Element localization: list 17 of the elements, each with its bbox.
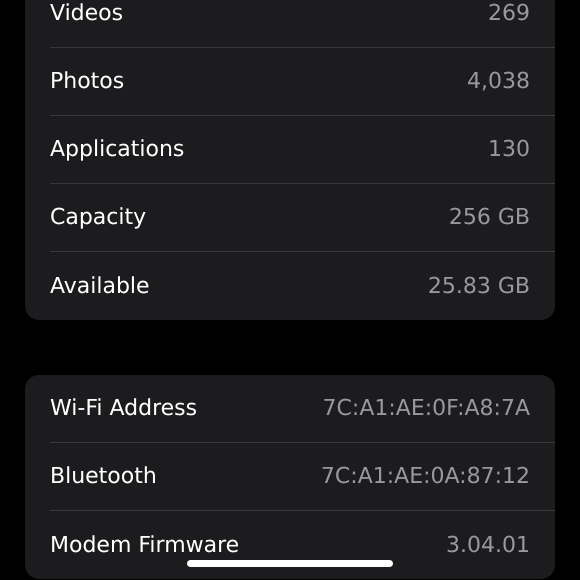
row-value: 7C:A1:AE:0A:87:12 (320, 464, 530, 489)
row-value: 7C:A1:AE:0F:A8:7A (322, 396, 530, 421)
row-label: Available (50, 274, 150, 298)
row-value: 130 (488, 137, 530, 162)
row-label: Wi-Fi Address (50, 396, 198, 421)
row-value: 3.04.01 (446, 532, 530, 558)
row-value: 25.83 GB (428, 274, 530, 298)
row-label: Applications (50, 137, 184, 162)
home-indicator[interactable] (187, 560, 393, 567)
row-value: 4,038 (467, 69, 530, 94)
row-label: Photos (50, 69, 124, 94)
row-value: 256 GB (448, 205, 530, 230)
row-value: 269 (488, 1, 530, 26)
row-label: Modem Firmware (50, 532, 240, 558)
row-label: Videos (50, 1, 124, 26)
row-label: Capacity (50, 205, 146, 230)
row-label: Bluetooth (50, 464, 157, 489)
